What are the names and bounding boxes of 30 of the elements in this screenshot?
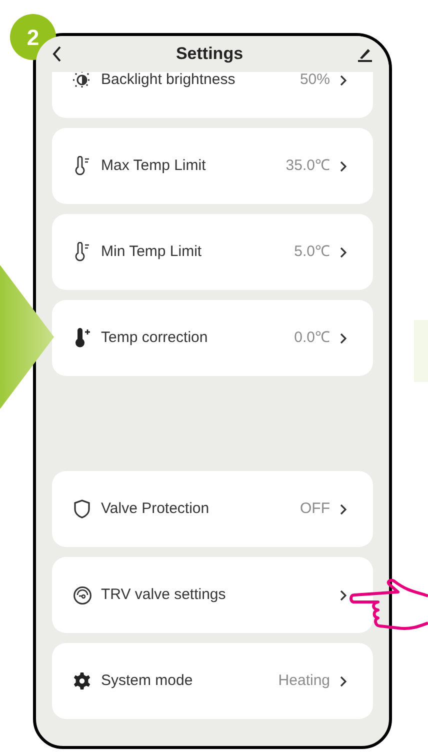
screen-title: Settings: [176, 43, 244, 66]
chevron-icon: [340, 504, 347, 514]
setting-row[interactable]: TRV valve settings: [52, 557, 373, 633]
setting-row[interactable]: Valve Protection OFF: [52, 471, 373, 547]
gear-icon: [73, 672, 91, 690]
setting-value: 35.0℃: [286, 156, 330, 176]
thermometer-icon: [73, 328, 91, 348]
chevron-icon: [340, 160, 347, 172]
chevron-icon: [340, 676, 347, 686]
chevron-icon: [340, 74, 347, 86]
setting-value: 50%: [300, 72, 330, 90]
edit-icon[interactable]: [357, 46, 373, 62]
shield-icon: [73, 499, 91, 519]
sun-icon: [73, 72, 91, 89]
setting-row[interactable]: Max Temp Limit 35.0℃: [52, 128, 373, 204]
chevron-icon: [340, 332, 347, 344]
setting-row[interactable]: Min Temp Limit 5.0℃: [52, 214, 373, 290]
setting-row[interactable]: System mode Heating: [52, 643, 373, 719]
setting-row[interactable]: Backlight brightness 50%: [52, 72, 373, 118]
setting-value: Heating: [278, 670, 330, 691]
chevron-icon: [340, 590, 347, 600]
gauge-icon: [73, 586, 92, 604]
chevron-icon: [340, 246, 347, 258]
thermometer-icon: [73, 156, 91, 176]
setting-value: OFF: [300, 498, 330, 519]
setting-value: 5.0℃: [294, 242, 330, 262]
setting-value: 0.0℃: [294, 328, 330, 348]
setting-row[interactable]: Temp correction 0.0℃: [52, 300, 373, 376]
back-icon[interactable]: [52, 45, 62, 63]
thermometer-icon: [73, 242, 91, 262]
